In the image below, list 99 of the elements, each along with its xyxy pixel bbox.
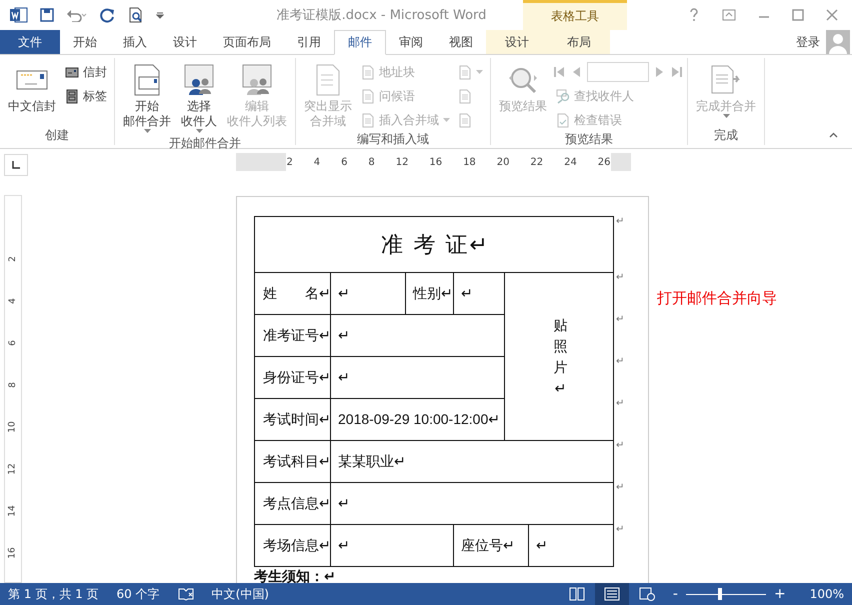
proofing-icon[interactable] bbox=[178, 587, 194, 601]
table-cell: 准 考 证↵ bbox=[254, 216, 614, 272]
group-label: 完成 bbox=[713, 127, 739, 144]
sign-in-link[interactable]: 登录 bbox=[796, 34, 820, 50]
row-end-mark: ↵ bbox=[616, 482, 624, 495]
ribbon-tab[interactable]: 布局 bbox=[548, 30, 610, 54]
table-cell: 座位号↵ bbox=[454, 524, 528, 566]
caret-icon bbox=[443, 118, 450, 122]
ribbon-button[interactable]: 中文信封 bbox=[4, 61, 60, 127]
group-label: 开始邮件合并 bbox=[168, 135, 242, 152]
table-cell: ↵ bbox=[330, 482, 614, 524]
ribbon-tab[interactable]: 邮件 bbox=[334, 30, 386, 55]
tab-selector[interactable] bbox=[4, 154, 28, 176]
language-status[interactable]: 中文(中国) bbox=[212, 586, 269, 602]
avatar-icon[interactable] bbox=[826, 30, 850, 54]
document-icon bbox=[361, 112, 375, 128]
ribbon-tab[interactable]: 视图 bbox=[436, 30, 486, 54]
ribbon-tab[interactable]: 设计 bbox=[486, 30, 548, 54]
zoom-out-button[interactable]: - bbox=[672, 586, 678, 602]
document-icon bbox=[361, 88, 375, 104]
group-label: 创建 bbox=[44, 127, 70, 144]
table-cell: ↵ bbox=[330, 524, 454, 566]
table-cell: 性别↵ bbox=[406, 272, 454, 314]
row-end-mark: ↵ bbox=[616, 440, 624, 453]
maximize-icon[interactable] bbox=[792, 9, 804, 21]
close-icon[interactable] bbox=[826, 9, 838, 21]
table-cell: ↵ bbox=[454, 272, 504, 314]
group-label: 编写和插入域 bbox=[356, 131, 430, 148]
previous-record-icon[interactable] bbox=[571, 66, 581, 78]
table-cell: ↵ bbox=[528, 524, 614, 566]
ribbon-button[interactable]: 信封 bbox=[62, 61, 110, 83]
save-icon[interactable] bbox=[40, 8, 54, 22]
record-number-field[interactable] bbox=[587, 62, 649, 82]
table-cell: 某某职业↵ bbox=[330, 440, 614, 482]
notice-heading: 考生须知：↵ bbox=[254, 568, 337, 583]
ribbon-tab[interactable]: 审阅 bbox=[386, 30, 436, 54]
caret-icon bbox=[144, 129, 150, 133]
last-record-icon[interactable] bbox=[671, 66, 683, 78]
label-icon bbox=[65, 88, 79, 104]
search-icon bbox=[556, 88, 570, 104]
undo-icon[interactable] bbox=[66, 8, 88, 22]
ribbon-display-icon[interactable] bbox=[722, 9, 736, 21]
envelope-icon bbox=[65, 64, 79, 80]
row-end-mark: ↵ bbox=[616, 314, 624, 327]
context-title: 表格工具 bbox=[551, 8, 599, 25]
print-layout-icon bbox=[604, 587, 620, 601]
ribbon-button[interactable]: 标签 bbox=[62, 85, 110, 107]
table-cell: 考点信息↵ bbox=[254, 482, 330, 524]
row-end-mark: ↵ bbox=[616, 356, 624, 369]
ribbon-tab[interactable]: 引用 bbox=[284, 30, 334, 54]
vertical-ruler[interactable]: 2 4 6 8 10 12 14 16 bbox=[4, 195, 22, 583]
page-count[interactable]: 第 1 页，共 1 页 bbox=[8, 586, 99, 602]
document-icon bbox=[458, 64, 472, 80]
document-check-icon bbox=[556, 112, 570, 128]
ribbon-tab[interactable]: 插入 bbox=[110, 30, 160, 54]
collapse-ribbon-icon[interactable] bbox=[829, 132, 838, 138]
table-cell: 姓 名↵ bbox=[254, 272, 330, 314]
row-end-mark: ↵ bbox=[616, 524, 624, 537]
ribbon-tab[interactable]: 文件 bbox=[0, 30, 60, 54]
left-tab-icon bbox=[11, 160, 21, 170]
help-icon[interactable] bbox=[688, 8, 700, 22]
next-record-icon[interactable] bbox=[655, 66, 665, 78]
word-count[interactable]: 60 个字 bbox=[116, 586, 160, 602]
table-cell: 准考证号↵ bbox=[254, 314, 330, 356]
row-end-mark: ↵ bbox=[616, 398, 624, 411]
ribbon-tab[interactable]: 开始 bbox=[60, 30, 110, 54]
print-layout-button[interactable] bbox=[594, 583, 629, 605]
zoom-in-button[interactable]: + bbox=[774, 586, 786, 602]
print-preview-icon[interactable] bbox=[128, 7, 144, 23]
table-cell: 考场信息↵ bbox=[254, 524, 330, 566]
customize-toolbar-icon[interactable] bbox=[156, 11, 164, 19]
table-cell: 身份证号↵ bbox=[254, 356, 330, 398]
word-logo-icon[interactable] bbox=[10, 7, 28, 23]
web-layout-icon[interactable] bbox=[638, 587, 655, 601]
table-cell: ↵ bbox=[330, 272, 406, 314]
redo-icon[interactable] bbox=[100, 7, 116, 23]
people-icon bbox=[240, 63, 274, 97]
table-cell: 贴照片↵ bbox=[504, 272, 614, 440]
ribbon-tab[interactable]: 页面布局 bbox=[210, 30, 284, 54]
window-title: 准考证模版.docx - Microsoft Word bbox=[276, 7, 488, 24]
horizontal-ruler[interactable]: 2 4 6 8 12 16 18 20 22 24 26 bbox=[236, 153, 631, 171]
group-label: 预览结果 bbox=[564, 131, 614, 148]
row-end-mark: ↵ bbox=[616, 216, 624, 229]
ribbon-tab[interactable]: 设计 bbox=[160, 30, 210, 54]
caret-icon bbox=[196, 129, 202, 133]
read-mode-icon[interactable] bbox=[568, 587, 585, 601]
table-cell: 考试时间↵ bbox=[254, 398, 330, 440]
people-icon bbox=[182, 63, 216, 97]
ribbon-button[interactable]: 开始 邮件合并 bbox=[119, 61, 175, 135]
caret-icon bbox=[476, 70, 483, 74]
zoom-level[interactable]: 100% bbox=[810, 587, 844, 601]
document-icon bbox=[361, 64, 375, 80]
table-cell: 考试科目↵ bbox=[254, 440, 330, 482]
mail-merge-wizard-note: 打开邮件合并向导 bbox=[657, 289, 777, 308]
ribbon-button[interactable]: 选择 收件人 bbox=[177, 61, 221, 135]
document-icon bbox=[458, 88, 472, 104]
caret-icon bbox=[722, 114, 730, 118]
document-icon bbox=[458, 112, 472, 128]
row-end-mark: ↵ bbox=[616, 272, 624, 285]
